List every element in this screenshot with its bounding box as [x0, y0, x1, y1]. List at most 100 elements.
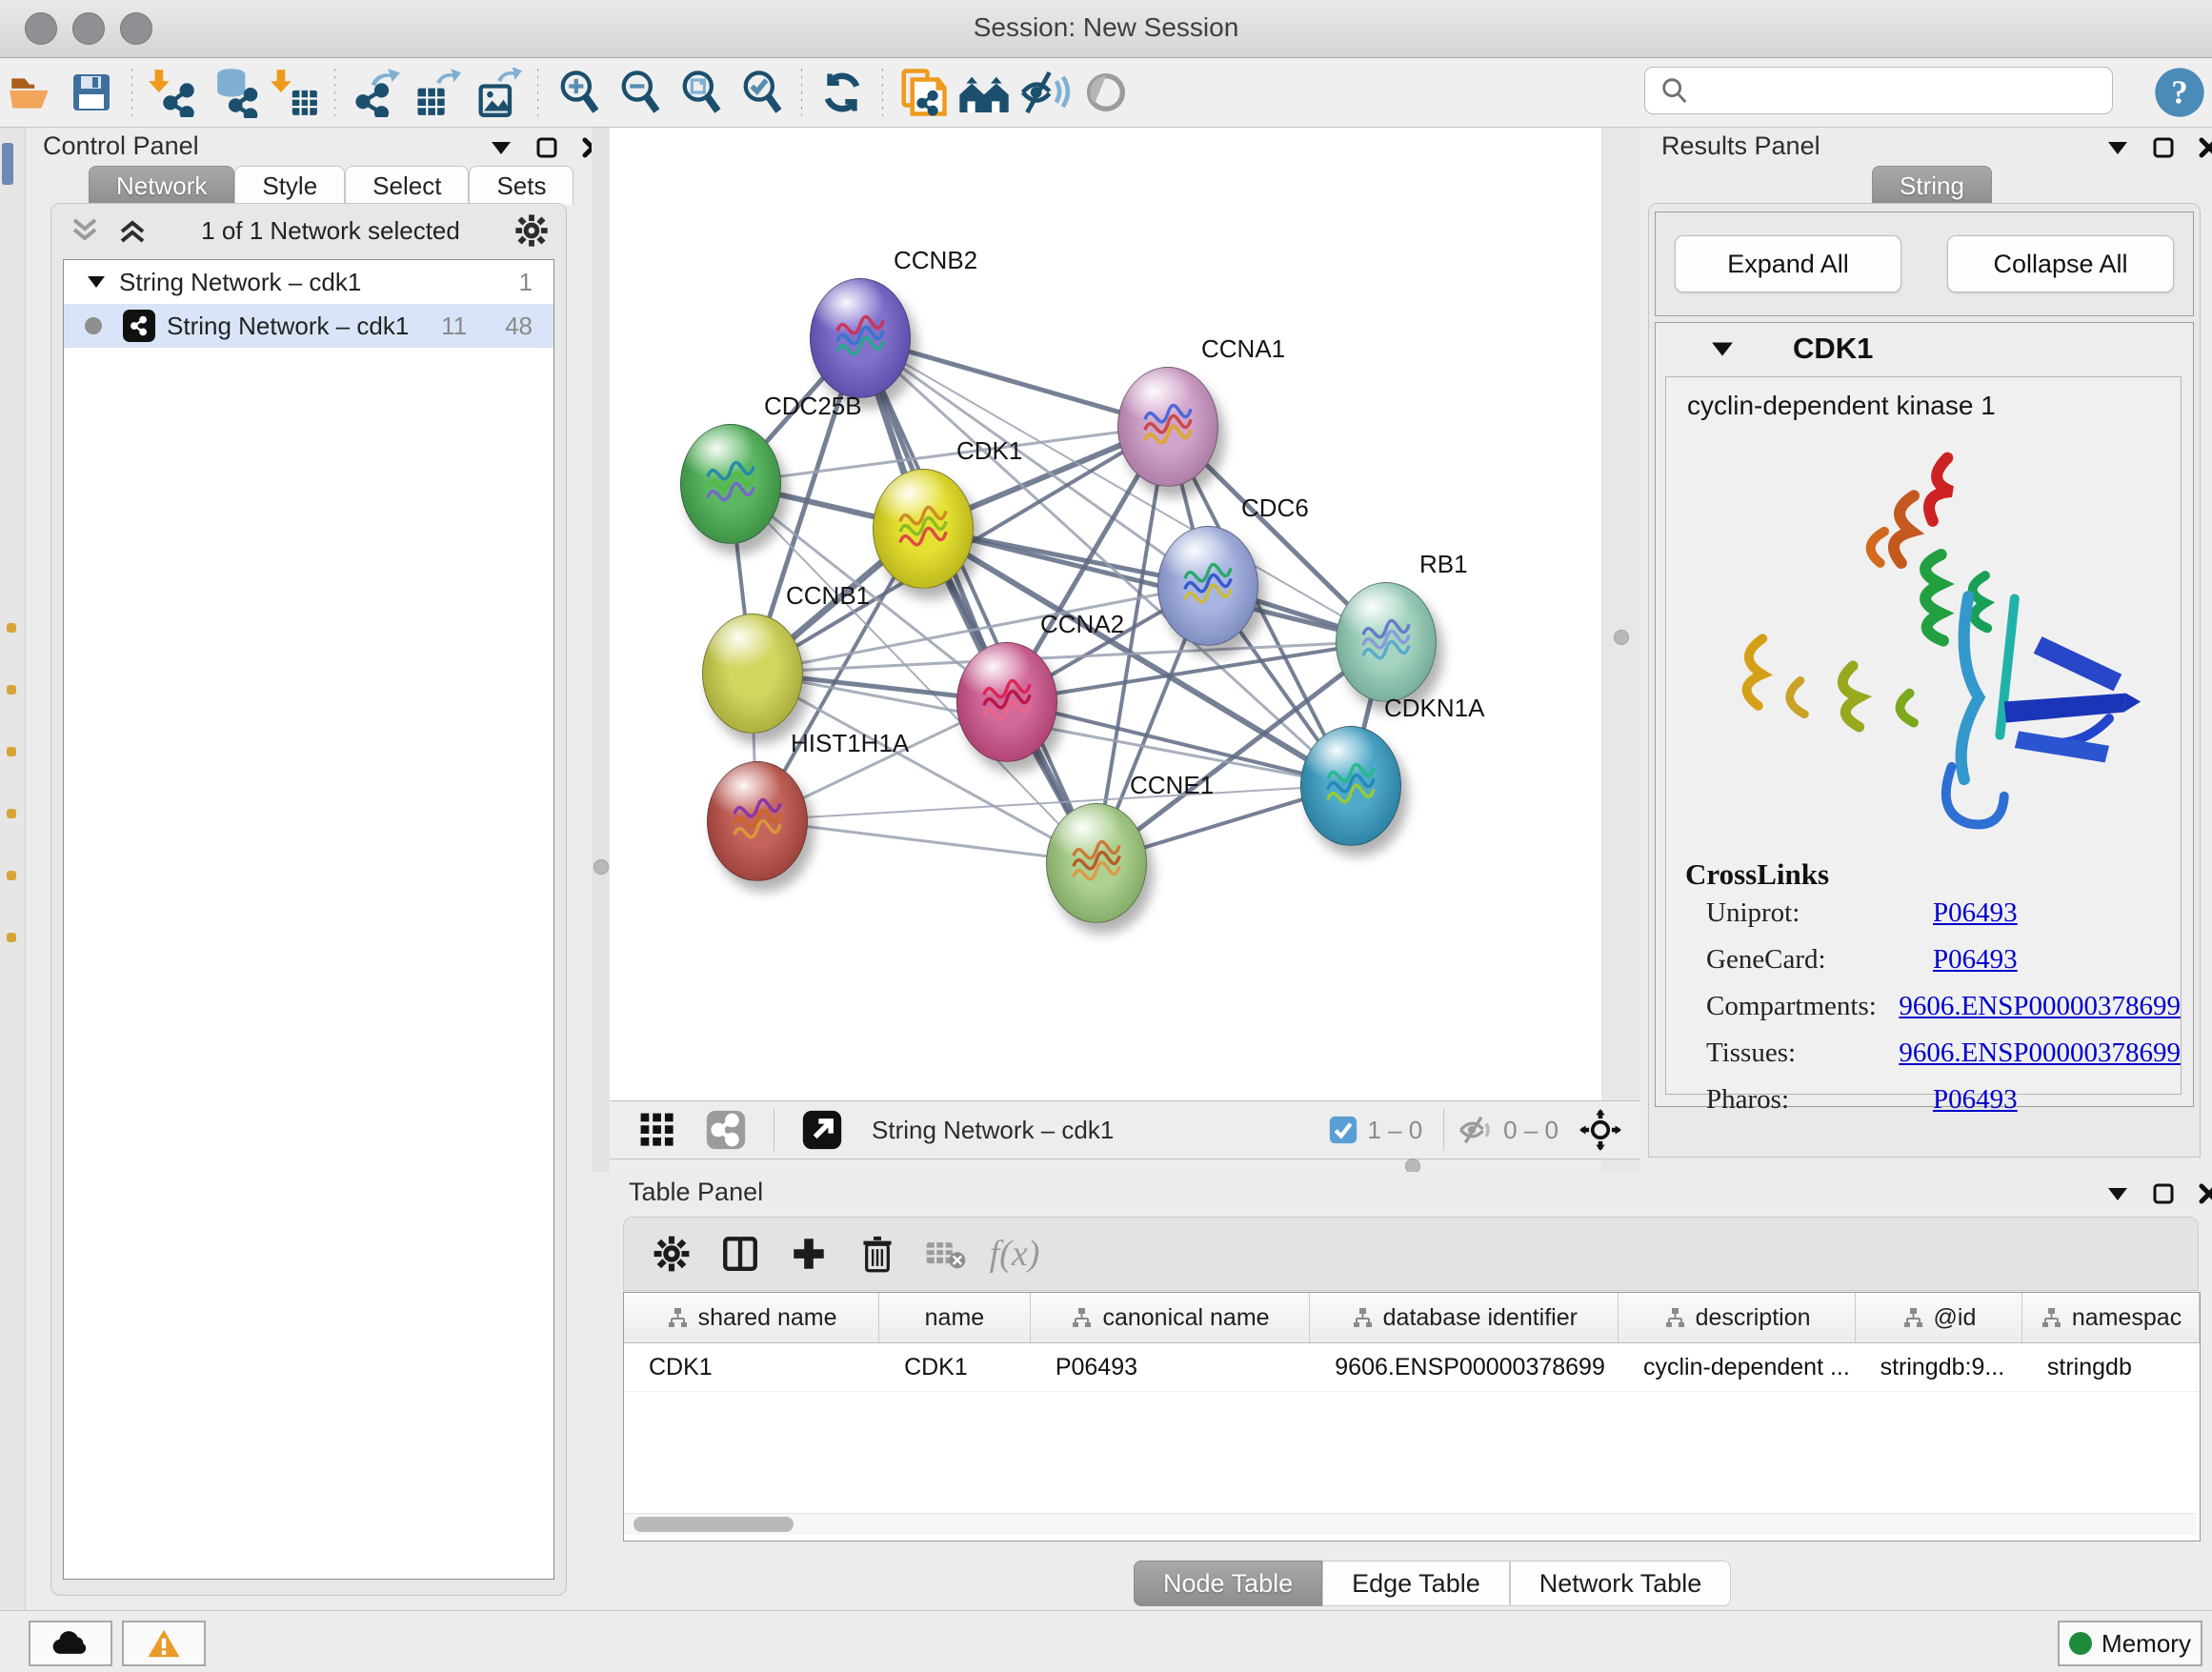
birds-eye-view-icon[interactable]: [623, 1101, 692, 1158]
column-header-name[interactable]: name: [879, 1293, 1031, 1342]
copy-style-icon[interactable]: [893, 66, 954, 119]
network-node-CDKN1A[interactable]: [1300, 726, 1401, 846]
node-table[interactable]: shared name namecanonical namedatabase id…: [623, 1292, 2201, 1541]
right-splitter[interactable]: [1601, 128, 1640, 1172]
zoom-fit-icon[interactable]: [670, 66, 731, 119]
network-node-CDK1[interactable]: [873, 469, 974, 589]
import-network-file-icon[interactable]: [142, 66, 203, 119]
network-row[interactable]: String Network – cdk1 11 48: [64, 304, 553, 348]
panel-close-icon[interactable]: [2199, 137, 2212, 158]
column-header-namespac[interactable]: namespac: [2022, 1293, 2200, 1342]
warnings-button[interactable]: [122, 1621, 206, 1666]
crosslink-link[interactable]: P06493: [1933, 944, 2018, 976]
network-node-CCNA1[interactable]: [1117, 367, 1218, 487]
zoom-selected-icon[interactable]: [731, 66, 792, 119]
network-node-CCNA2[interactable]: [956, 642, 1057, 762]
fit-content-icon[interactable]: [1566, 1101, 1635, 1158]
tab-network[interactable]: Network: [89, 166, 234, 205]
results-scroll-area[interactable]: CDK1 cyclin-dependent kinase 1: [1655, 322, 2194, 1107]
save-session-icon[interactable]: [61, 66, 122, 119]
column-header-shared-name[interactable]: shared name: [624, 1293, 879, 1342]
column-header-canonical-name[interactable]: canonical name: [1031, 1293, 1311, 1342]
tab-sets[interactable]: Sets: [469, 166, 573, 205]
edge-count: 48: [505, 312, 533, 341]
gene-description: cyclin-dependent kinase 1: [1687, 391, 2181, 421]
export-network-icon[interactable]: [345, 66, 406, 119]
first-neighbors-icon[interactable]: [954, 66, 1015, 119]
results-buttons-box: Expand All Collapse All: [1655, 212, 2194, 316]
tab-style[interactable]: Style: [234, 166, 345, 205]
column-header-description[interactable]: description: [1619, 1293, 1856, 1342]
results-tab-string[interactable]: String: [1872, 166, 1992, 205]
left-splitter[interactable]: [592, 128, 610, 1172]
column-header-database-identifier[interactable]: database identifier: [1310, 1293, 1619, 1342]
network-label: String Network – cdk1: [167, 312, 441, 341]
help-icon[interactable]: ?: [2153, 66, 2206, 119]
panel-close-icon[interactable]: [2199, 1183, 2212, 1204]
panel-menu-icon[interactable]: [2107, 1186, 2128, 1201]
panel-float-icon[interactable]: [2153, 137, 2174, 158]
delete-column-icon[interactable]: [843, 1225, 912, 1282]
tab-node-table[interactable]: Node Table: [1134, 1561, 1322, 1606]
tab-edge-table[interactable]: Edge Table: [1322, 1561, 1510, 1606]
open-session-icon[interactable]: [0, 66, 61, 119]
string-network-icon: [123, 310, 155, 342]
selected-checkbox-icon[interactable]: [1327, 1114, 1359, 1146]
tab-select[interactable]: Select: [345, 166, 469, 205]
zoom-out-icon[interactable]: [609, 66, 670, 119]
network-node-HIST1H1A[interactable]: [707, 761, 808, 881]
crosslink-link[interactable]: 9606.ENSP00000378699: [1899, 991, 2181, 1022]
table-hscrollbar[interactable]: [624, 1513, 2196, 1535]
crosslink-link[interactable]: P06493: [1933, 1084, 2018, 1116]
network-collection-row[interactable]: String Network – cdk1 1: [64, 260, 553, 304]
column-header-@id[interactable]: @id: [1856, 1293, 2022, 1342]
panel-float-icon[interactable]: [536, 137, 557, 158]
panel-float-icon[interactable]: [2153, 1183, 2174, 1204]
crosslink-link[interactable]: P06493: [1933, 897, 2018, 929]
tab-network-table[interactable]: Network Table: [1510, 1561, 1732, 1606]
show-columns-icon[interactable]: [706, 1225, 774, 1282]
panel-menu-icon[interactable]: [491, 140, 512, 155]
collapse-all-button[interactable]: Collapse All: [1947, 235, 2174, 292]
section-collapse-icon[interactable]: [1711, 340, 1734, 357]
function-builder-icon: f(x): [980, 1225, 1049, 1282]
network-options-gear-icon[interactable]: [513, 212, 551, 250]
network-node-CCNB1[interactable]: [702, 614, 803, 734]
network-node-CCNE1[interactable]: [1046, 803, 1147, 923]
table-options-gear-icon[interactable]: [637, 1225, 706, 1282]
table-row[interactable]: CDK1CDK1P064939606.ENSP00000378699cyclin…: [624, 1343, 2200, 1392]
import-network-database-icon[interactable]: [203, 66, 264, 119]
network-node-CCNB2[interactable]: [810, 278, 911, 398]
string-view-icon[interactable]: [692, 1101, 760, 1158]
create-column-icon[interactable]: [774, 1225, 843, 1282]
network-node-RB1[interactable]: [1336, 582, 1437, 702]
string-tab-label[interactable]: String: [1872, 166, 1992, 205]
column-header-label: shared name: [698, 1304, 837, 1332]
gene-section-header[interactable]: CDK1: [1656, 323, 2193, 374]
zoom-in-icon[interactable]: [548, 66, 609, 119]
export-table-icon[interactable]: [406, 66, 467, 119]
network-node-CDC6[interactable]: [1157, 526, 1258, 646]
open-in-window-icon[interactable]: [788, 1101, 856, 1158]
expand-all-button[interactable]: Expand All: [1675, 235, 1901, 292]
memory-button[interactable]: Memory: [2058, 1621, 2202, 1666]
cloud-status-button[interactable]: [29, 1621, 112, 1666]
tree-expand-icon[interactable]: [87, 274, 106, 290]
network-canvas[interactable]: CCNB2CCNA1CDC25BCDK1CDC6RB1CCNB1CCNA2CDK…: [610, 128, 1601, 1100]
collapse-all-icon[interactable]: [69, 216, 101, 245]
panel-menu-icon[interactable]: [2107, 140, 2128, 155]
crosslink-link[interactable]: 9606.ENSP00000378699: [1899, 1037, 2181, 1069]
network-tree: String Network – cdk1 1 String Network –…: [63, 259, 554, 1580]
splitter-handle[interactable]: [593, 859, 609, 875]
splitter-handle[interactable]: [1614, 630, 1629, 645]
network-node-CDC25B[interactable]: [680, 424, 781, 544]
show-all-icon[interactable]: [1076, 66, 1136, 119]
expand-all-icon[interactable]: [116, 216, 149, 245]
hscrollbar-thumb[interactable]: [633, 1517, 794, 1532]
import-table-file-icon[interactable]: [264, 66, 325, 119]
hidden-counts: 0 – 0: [1503, 1116, 1558, 1145]
refresh-layout-icon[interactable]: [812, 66, 873, 119]
hide-selected-icon[interactable]: [1015, 66, 1076, 119]
export-image-icon[interactable]: [467, 66, 528, 119]
search-input[interactable]: [1644, 67, 2113, 114]
